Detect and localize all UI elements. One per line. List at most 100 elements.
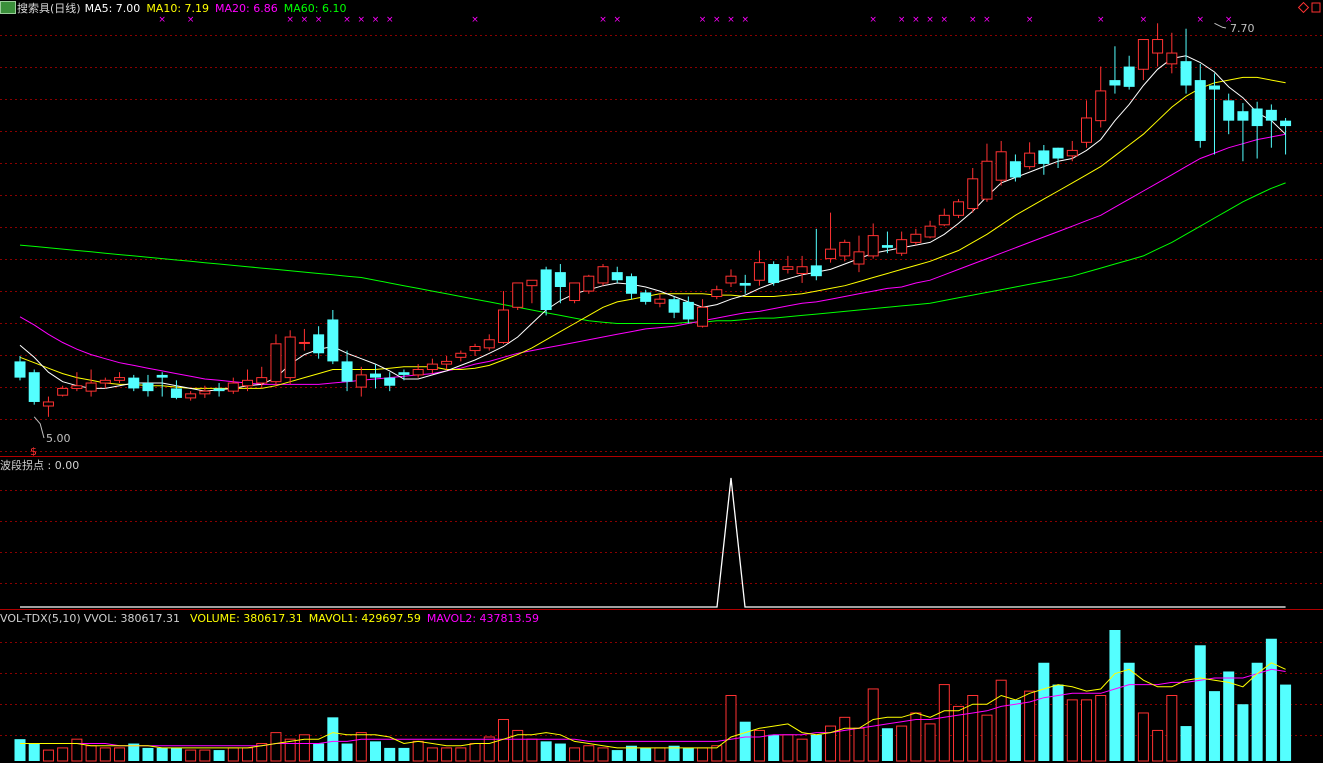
price-header: 搜索具(日线) MA5: 7.00 MA10: 7.19 MA20: 6.86 MA60… xyxy=(0,1,352,16)
signal-mark: × xyxy=(1097,15,1105,25)
candle-body-up xyxy=(42,401,54,407)
app-logo-icon xyxy=(0,1,16,14)
volume-bar-up xyxy=(725,695,737,762)
candle-body-down xyxy=(1109,80,1121,86)
signal-mark: × xyxy=(869,15,877,25)
candle-body-down xyxy=(554,272,566,288)
signal-mark: × xyxy=(471,15,479,25)
candle-body-up xyxy=(526,279,538,287)
signal-mark: × xyxy=(286,15,294,25)
candle-body-up xyxy=(426,363,438,371)
candle-body-up xyxy=(355,374,367,388)
signal-mark: × xyxy=(187,15,195,25)
volume-bar-up xyxy=(185,749,197,762)
signal-mark: × xyxy=(699,15,707,25)
low-price-label: 5.00 xyxy=(46,432,71,445)
candle-body-up xyxy=(298,341,310,344)
volume-bar-up xyxy=(99,747,111,762)
candle-body-down xyxy=(1223,100,1235,121)
candle-body-up xyxy=(654,298,666,304)
volume-bar-up xyxy=(896,725,908,762)
candle-body-down xyxy=(370,373,381,378)
volume-bar-up xyxy=(839,716,851,762)
volume-bar-up xyxy=(924,723,936,762)
candle-body-down xyxy=(611,272,623,281)
signal-mark: × xyxy=(741,15,749,25)
candle-body-down xyxy=(170,388,182,398)
expand-icon[interactable] xyxy=(1297,1,1310,14)
volume-bar-up xyxy=(597,747,609,762)
candle-body-up xyxy=(867,235,879,257)
candle-body-up xyxy=(71,385,83,389)
candle-body-down xyxy=(213,388,225,392)
volume-bar-up xyxy=(199,749,211,762)
signal-mark: × xyxy=(315,15,323,25)
candle-body-up xyxy=(497,309,509,343)
candle-body-down xyxy=(625,276,637,294)
candle-body-up xyxy=(825,248,837,260)
volume-bar-down xyxy=(1223,671,1235,761)
candle-body-down xyxy=(1280,120,1292,127)
volume-bar-down xyxy=(810,734,822,761)
candle-body-up xyxy=(981,160,993,200)
volume-bar-up xyxy=(227,747,239,762)
candle-body-up xyxy=(782,266,794,270)
volume-bar-down xyxy=(213,750,225,761)
candle-body-up xyxy=(924,225,936,238)
volume-bar-down xyxy=(398,747,410,761)
candle-body-up xyxy=(1024,152,1036,168)
top-right-icons[interactable] xyxy=(1297,1,1321,14)
volume-bar-up xyxy=(569,747,581,762)
candle-body-up xyxy=(185,393,197,399)
volume-bar-up xyxy=(270,732,282,762)
candle-body-up xyxy=(1081,117,1092,143)
volume-bar-up xyxy=(1137,712,1149,762)
volume-bar-up xyxy=(71,738,83,762)
indicator-label: 波段拐点 : 0.00 xyxy=(0,459,80,472)
volume-bar-up xyxy=(455,747,467,762)
volume-bar-down xyxy=(682,747,694,761)
volume-bar-up xyxy=(426,747,438,762)
candle-body-down xyxy=(810,265,822,277)
candle-body-down xyxy=(156,374,168,378)
candle-body-up xyxy=(256,377,268,384)
volume-bar-up xyxy=(242,747,254,762)
volume-bar-up xyxy=(796,738,808,762)
candle-body-up xyxy=(938,214,950,226)
signal-mark: × xyxy=(898,15,906,25)
volume-bar-down xyxy=(768,734,780,761)
candle-body-down xyxy=(1251,108,1263,127)
candle-body-up xyxy=(1137,39,1149,70)
volume-label: VOLUME: 380617.31 xyxy=(190,612,303,625)
candle-body-down xyxy=(1194,80,1206,141)
candle-body-up xyxy=(711,289,723,297)
indicator-panel xyxy=(20,477,1286,608)
candle-body-down xyxy=(28,372,40,402)
candle-body-up xyxy=(242,379,254,387)
candle-body-down xyxy=(1052,147,1064,159)
volume-bar-down xyxy=(1265,638,1277,761)
candle-body-up xyxy=(85,382,97,392)
candle-body-down xyxy=(398,372,410,375)
candle-body-down xyxy=(1009,161,1021,178)
ma10-label: MA10: 7.19 xyxy=(146,2,210,15)
volume-bar-down xyxy=(28,743,40,761)
volume-bar-up xyxy=(1095,695,1107,762)
candle-body-down xyxy=(1208,85,1220,90)
high-price-label: 7.70 xyxy=(1230,22,1255,35)
volume-header: VOL-TDX(5,10) VVOL: 380617.31 VOLUME: 3806… xyxy=(0,612,545,626)
window-icon[interactable] xyxy=(1311,2,1321,13)
volume-bar-down xyxy=(739,721,751,761)
stock-chart[interactable]: × × × × × × × × × × × × × × × × × × × × × × × × × × × × 7.70 5.00 $ xyxy=(0,0,1323,763)
volume-bar-up xyxy=(42,749,54,762)
volume-bar-down xyxy=(1109,630,1121,761)
candle-body-down xyxy=(881,245,893,248)
candle-body-up xyxy=(412,369,424,376)
candle-body-down xyxy=(327,319,339,362)
volume-bar-up xyxy=(981,714,993,762)
volume-bar-up xyxy=(583,745,595,762)
mavol1-label: MAVOL1: 429697.59 xyxy=(308,612,421,625)
candle-body-up xyxy=(227,382,239,392)
candle-body-down xyxy=(384,377,396,386)
ma60-line xyxy=(19,182,1286,324)
